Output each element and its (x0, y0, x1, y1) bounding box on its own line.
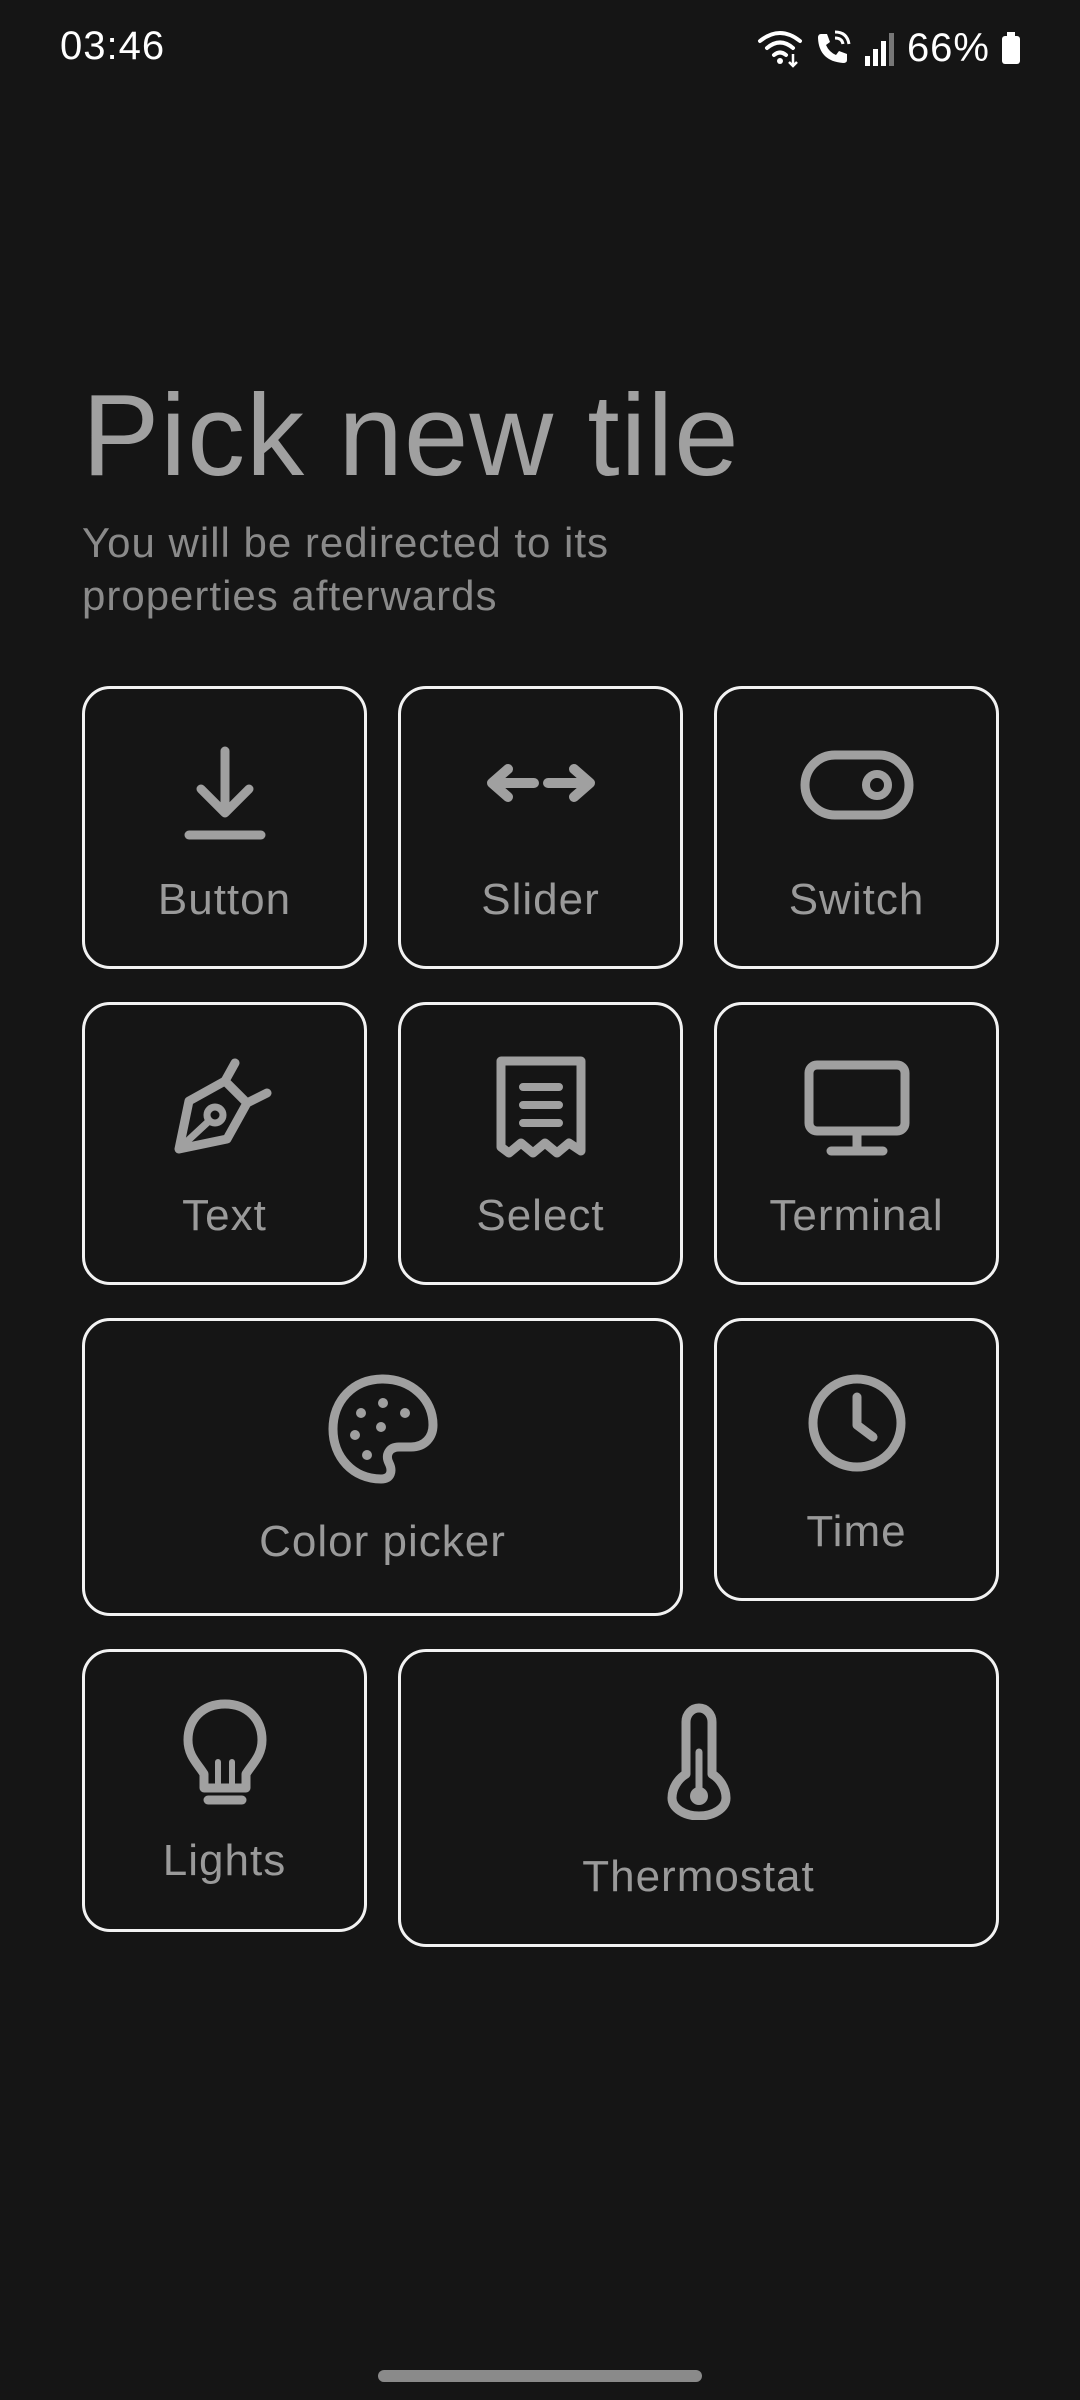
signal-icon (863, 28, 897, 68)
wifi-icon (757, 28, 803, 68)
tile-switch[interactable]: Switch (714, 686, 999, 969)
status-icons: 66% (757, 22, 1022, 74)
thermometer-icon (667, 1703, 730, 1820)
battery-percent: 66% (906, 25, 990, 70)
pen-nib-icon (174, 1058, 271, 1154)
page-subtitle: You will be redirected to its properties… (82, 519, 610, 619)
tile-label: Button (157, 875, 292, 924)
tile-label: Time (806, 1507, 907, 1556)
tile-label: Text (182, 1191, 267, 1240)
lightbulb-icon (183, 1699, 266, 1805)
arrows-horizontal-icon (486, 764, 595, 802)
home-indicator[interactable] (378, 2370, 702, 2382)
tile-color-picker[interactable]: Color picker (82, 1318, 683, 1616)
tile-button[interactable]: Button (82, 686, 367, 969)
tile-terminal[interactable]: Terminal (714, 1002, 999, 1285)
download-icon (184, 746, 265, 840)
tile-select[interactable]: Select (398, 1002, 683, 1285)
tile-label: Switch (788, 875, 925, 924)
tile-time[interactable]: Time (714, 1318, 999, 1601)
wifi-calling-icon (813, 28, 853, 68)
tile-label: Select (476, 1191, 605, 1240)
tile-thermostat[interactable]: Thermostat (398, 1649, 999, 1947)
status-time: 03:46 (60, 24, 166, 68)
tile-label: Color picker (259, 1517, 506, 1566)
receipt-icon (496, 1056, 585, 1158)
tile-lights[interactable]: Lights (82, 1649, 367, 1932)
toggle-icon (800, 750, 913, 820)
tile-text[interactable]: Text (82, 1002, 367, 1285)
tile-slider[interactable]: Slider (398, 686, 683, 969)
page-title: Pick new tile (82, 370, 740, 500)
battery-icon (1000, 28, 1022, 68)
tile-label: Terminal (769, 1191, 944, 1240)
palette-icon (328, 1374, 437, 1484)
clock-icon (808, 1374, 905, 1472)
status-bar: 03:46 66% (0, 0, 1080, 100)
monitor-icon (804, 1060, 909, 1156)
tile-label: Lights (162, 1836, 287, 1885)
tile-label: Slider (481, 875, 600, 924)
tile-label: Thermostat (582, 1852, 815, 1901)
